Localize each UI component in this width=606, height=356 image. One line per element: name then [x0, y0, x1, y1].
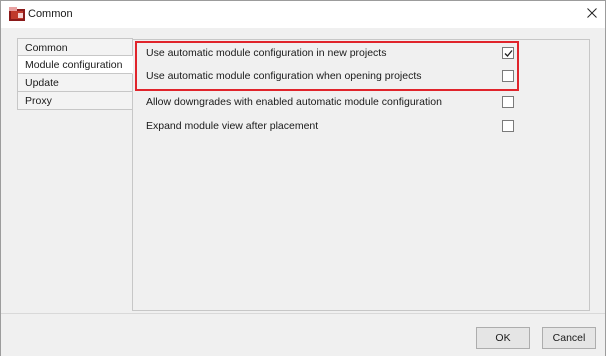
option-label: Allow downgrades with enabled automatic … [146, 96, 442, 108]
close-icon [587, 8, 597, 21]
settings-panel: Use automatic module configuration in ne… [132, 39, 590, 311]
option-label: Use automatic module configuration when … [146, 70, 422, 82]
settings-nav: Common Module configuration Update Proxy [17, 38, 133, 118]
nav-item-common[interactable]: Common [17, 38, 133, 56]
option-checkbox[interactable] [502, 120, 514, 132]
dialog-footer: OK Cancel [1, 313, 605, 356]
title-bar: Common [1, 1, 605, 28]
dialog-body: Common Module configuration Update Proxy… [1, 29, 605, 313]
close-button[interactable] [579, 1, 605, 28]
option-row: Use automatic module configuration in ne… [146, 43, 586, 65]
option-label: Expand module view after placement [146, 120, 319, 132]
ok-button[interactable]: OK [476, 327, 530, 349]
nav-item-update[interactable]: Update [17, 74, 133, 92]
checkmark-icon [504, 50, 513, 57]
nav-item-module-configuration[interactable]: Module configuration [17, 56, 133, 74]
option-row: Expand module view after placement [146, 116, 586, 138]
nav-item-proxy[interactable]: Proxy [17, 92, 133, 110]
option-label: Use automatic module configuration in ne… [146, 47, 387, 59]
option-checkbox[interactable] [502, 96, 514, 108]
option-checkbox[interactable] [502, 70, 514, 82]
dialog-window: Common Common Module configuration Updat… [0, 0, 606, 356]
application-icon [9, 7, 25, 21]
option-row: Use automatic module configuration when … [146, 66, 586, 88]
option-checkbox[interactable] [502, 47, 514, 59]
cancel-button[interactable]: Cancel [542, 327, 596, 349]
window-title: Common [28, 8, 73, 20]
option-row: Allow downgrades with enabled automatic … [146, 92, 586, 114]
